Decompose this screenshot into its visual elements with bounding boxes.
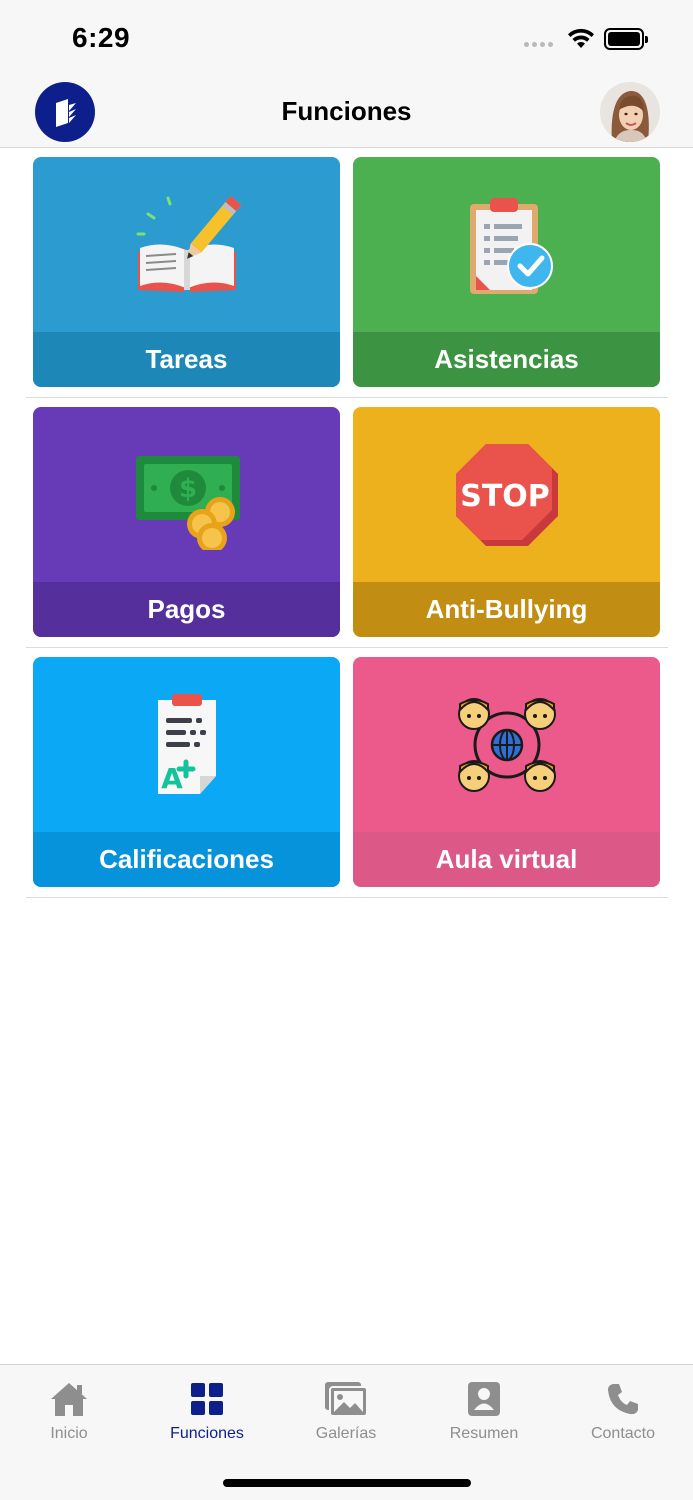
navigation-bar: Funciones (0, 76, 693, 148)
cellular-signal-icon (524, 42, 553, 47)
tab-resumen[interactable]: Resumen (415, 1379, 553, 1443)
svg-text:$: $ (178, 474, 196, 504)
svg-text:STOP: STOP (460, 479, 550, 514)
tile-label: Asistencias (353, 332, 660, 387)
grid-icon (138, 1379, 276, 1419)
tab-galerias[interactable]: Galerías (277, 1379, 415, 1443)
tab-label: Inicio (50, 1425, 88, 1442)
functions-grid: Tareas Asistencias $ Pagos STOP Anti-Bul… (26, 148, 668, 898)
tile-calificaciones[interactable]: A Calificaciones (33, 657, 340, 887)
tile-aula-virtual[interactable]: Aula virtual (353, 657, 660, 887)
grid-row: $ Pagos STOP Anti-Bullying (26, 398, 668, 648)
grid-row: A Calificaciones Aula virtual (26, 648, 668, 898)
tab-label: Contacto (590, 1425, 656, 1442)
tab-inicio[interactable]: Inicio (0, 1379, 138, 1443)
grid-row: Tareas Asistencias (26, 148, 668, 398)
status-bar: 6:29 (0, 0, 693, 76)
tile-asistencias[interactable]: Asistencias (353, 157, 660, 387)
avatar[interactable] (600, 82, 660, 142)
home-indicator[interactable] (223, 1479, 471, 1487)
tab-label: Funciones (170, 1425, 244, 1442)
tab-contacto[interactable]: Contacto (554, 1379, 692, 1443)
tile-label: Calificaciones (33, 832, 340, 887)
wifi-icon (566, 27, 596, 54)
tile-tareas[interactable]: Tareas (33, 157, 340, 387)
tab-label: Resumen (449, 1425, 519, 1442)
home-icon (0, 1379, 138, 1419)
profile-card-icon (415, 1379, 553, 1419)
money-coins-icon: $ (33, 407, 340, 582)
tab-funciones[interactable]: Funciones (138, 1379, 276, 1443)
tile-label: Anti-Bullying (353, 582, 660, 637)
tile-label: Aula virtual (353, 832, 660, 887)
notebook-pencil-icon (33, 157, 340, 332)
tile-anti-bullying[interactable]: STOP Anti-Bullying (353, 407, 660, 637)
page-title: Funciones (281, 96, 412, 126)
virtual-classroom-icon (353, 657, 660, 832)
tile-label: Pagos (33, 582, 340, 637)
status-time: 6:29 (72, 22, 131, 53)
grade-report-icon: A (33, 657, 340, 832)
phone-icon (554, 1379, 692, 1419)
tile-pagos[interactable]: $ Pagos (33, 407, 340, 637)
tile-label: Tareas (33, 332, 340, 387)
tab-label: Galerías (315, 1425, 377, 1442)
stop-sign-icon: STOP (353, 407, 660, 582)
battery-icon (604, 28, 648, 50)
gallery-icon (277, 1379, 415, 1419)
clipboard-check-icon (353, 157, 660, 332)
